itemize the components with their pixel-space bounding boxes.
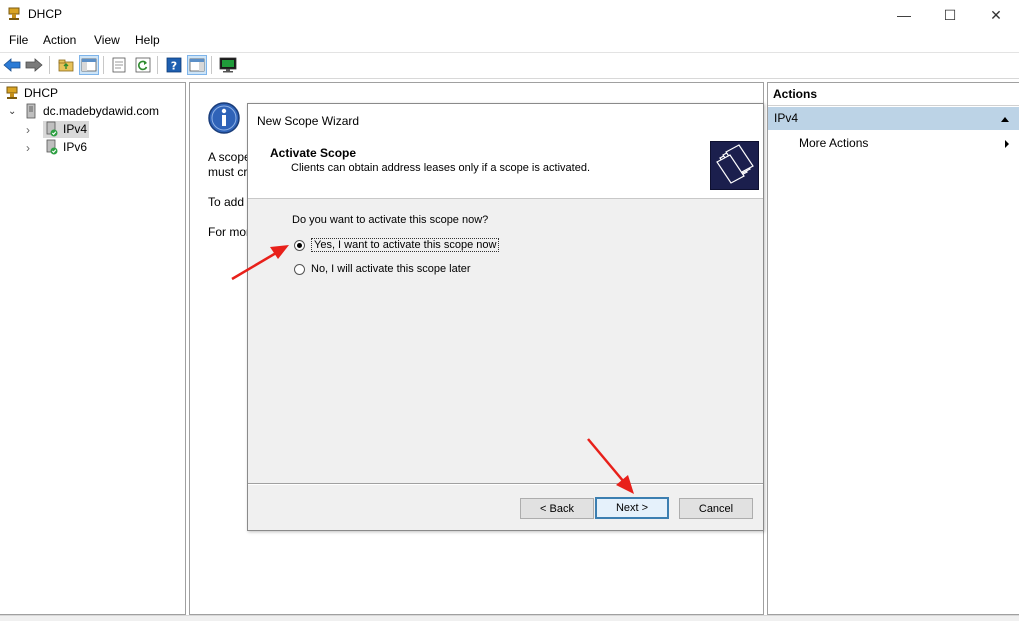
window-title: DHCP bbox=[28, 7, 63, 21]
show-hide-console-tree-icon[interactable] bbox=[79, 55, 99, 75]
radio-activate-later-label[interactable]: No, I will activate this scope later bbox=[311, 263, 471, 275]
tree-item-server[interactable]: dc.madebydawid.com bbox=[43, 104, 159, 118]
help-icon[interactable]: ? bbox=[164, 55, 184, 75]
radio-button-checked[interactable] bbox=[294, 239, 305, 251]
radio-activate-later[interactable]: No, I will activate this scope later bbox=[294, 263, 471, 275]
center-text-line: A scope bbox=[208, 150, 251, 164]
more-actions-item[interactable]: More Actions bbox=[799, 136, 868, 150]
radio-button-unchecked[interactable] bbox=[294, 263, 305, 275]
back-arrow-icon[interactable] bbox=[2, 55, 22, 75]
actions-section-ipv4[interactable] bbox=[768, 107, 1019, 130]
actions-section-label: IPv4 bbox=[774, 111, 799, 125]
window-title-bar bbox=[0, 0, 1019, 30]
maximize-button[interactable]: ☐ bbox=[927, 0, 973, 30]
actions-pane bbox=[767, 82, 1019, 615]
svg-text:?: ? bbox=[171, 60, 177, 73]
dhcp-app-icon bbox=[6, 6, 22, 22]
properties-icon[interactable] bbox=[109, 55, 129, 75]
actions-title: Actions bbox=[773, 87, 818, 101]
wizard-subheading: Clients can obtain address leases only i… bbox=[291, 162, 590, 174]
collapse-up-icon[interactable] bbox=[1000, 112, 1010, 126]
collapse-chevron-icon[interactable]: › bbox=[26, 141, 30, 155]
next-button[interactable]: Next > bbox=[595, 497, 669, 519]
dhcp-root-icon bbox=[4, 85, 20, 104]
menu-action[interactable]: Action bbox=[43, 33, 76, 47]
close-button[interactable]: ✕ bbox=[973, 0, 1019, 30]
collapse-chevron-icon[interactable]: › bbox=[26, 123, 30, 137]
toolbar-separator bbox=[211, 56, 212, 74]
forward-arrow-icon[interactable] bbox=[24, 55, 44, 75]
cancel-button[interactable]: Cancel bbox=[679, 498, 753, 519]
wizard-button-separator bbox=[248, 483, 763, 485]
radio-activate-now[interactable]: Yes, I want to activate this scope now bbox=[294, 238, 500, 252]
tree-item-ipv4[interactable]: IPv4 bbox=[63, 122, 87, 136]
center-text-line: To add bbox=[208, 195, 245, 209]
expand-chevron-icon[interactable]: ⌄ bbox=[8, 106, 16, 117]
ipv4-icon bbox=[45, 121, 59, 140]
toolbar-separator bbox=[157, 56, 158, 74]
radio-activate-now-label[interactable]: Yes, I want to activate this scope now bbox=[311, 238, 500, 252]
show-hide-action-pane-icon[interactable] bbox=[187, 55, 207, 75]
back-button[interactable]: < Back bbox=[520, 498, 594, 519]
status-bar bbox=[0, 615, 1019, 621]
server-icon bbox=[25, 103, 37, 122]
wizard-title: New Scope Wizard bbox=[257, 114, 360, 128]
activation-question: Do you want to activate this scope now? bbox=[292, 214, 489, 226]
toolbar-separator bbox=[103, 56, 104, 74]
menu-view[interactable]: View bbox=[94, 33, 120, 47]
info-icon bbox=[207, 101, 241, 138]
menu-help[interactable]: Help bbox=[135, 33, 160, 47]
submenu-arrow-icon bbox=[1004, 138, 1010, 152]
refresh-icon[interactable] bbox=[133, 55, 153, 75]
center-text-line: must cr bbox=[208, 165, 248, 179]
up-folder-icon[interactable] bbox=[56, 55, 76, 75]
tree-item-ipv6[interactable]: IPv6 bbox=[63, 140, 87, 154]
ipv6-icon bbox=[45, 139, 59, 158]
center-text-line: For mor bbox=[208, 225, 250, 239]
tree-item-dhcp[interactable]: DHCP bbox=[24, 86, 58, 100]
menu-file[interactable]: File bbox=[9, 33, 28, 47]
minimize-button[interactable]: — bbox=[881, 0, 927, 30]
toolbar-separator bbox=[49, 56, 50, 74]
wizard-folders-icon bbox=[710, 141, 759, 190]
wizard-heading: Activate Scope bbox=[270, 146, 357, 160]
console-tree-pane bbox=[0, 82, 186, 615]
monitor-icon[interactable] bbox=[218, 55, 238, 75]
